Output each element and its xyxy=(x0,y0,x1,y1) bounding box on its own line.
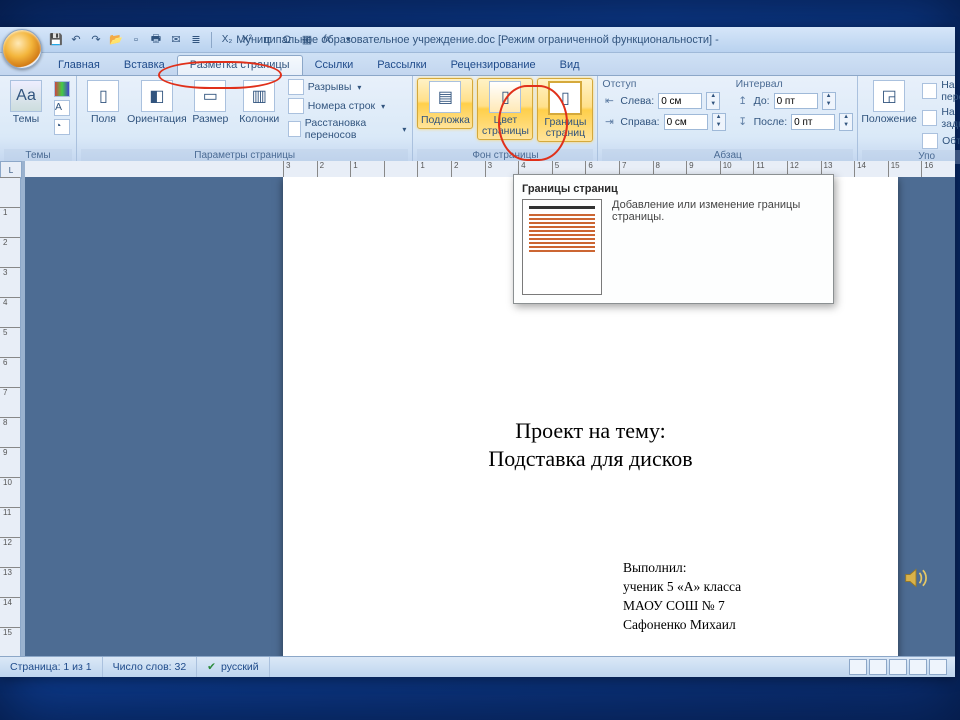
tab-insert[interactable]: Вставка xyxy=(112,56,177,75)
view-reading-button[interactable] xyxy=(869,659,887,675)
quickprint-icon[interactable]: 🖶 xyxy=(148,32,164,48)
open-icon[interactable]: 📂 xyxy=(108,32,124,48)
spacing-before-input[interactable] xyxy=(774,93,818,109)
send-back-icon xyxy=(922,110,937,126)
titlebar: 💾 ↶ ↷ 📂 ▫ 🖶 ✉ ≣ X₂ X² π Ω ▦ fx Муниципал… xyxy=(0,27,955,53)
tooltip-desc: Добавление или изменение границы страниц… xyxy=(612,199,825,223)
margins-button[interactable]: ▯Поля xyxy=(81,78,126,127)
orientation-button[interactable]: ◧Ориентация xyxy=(130,78,184,127)
tab-mailings[interactable]: Рассылки xyxy=(365,56,438,75)
page-borders-button[interactable]: ▯Границы страниц xyxy=(537,78,593,142)
columns-icon: ▥ xyxy=(243,80,275,112)
new-icon[interactable]: ▫ xyxy=(128,32,144,48)
ribbon: Аа Темы A ◔ Темы ▯Поля ◧Ориентация ▭Разм… xyxy=(0,75,955,164)
hyphenation-button[interactable]: Расстановка переносов xyxy=(286,116,409,142)
indent-right-spinner[interactable]: ▲▼ xyxy=(712,113,726,131)
mail-icon[interactable]: ✉ xyxy=(168,32,184,48)
spacing-after-spinner[interactable]: ▲▼ xyxy=(839,113,853,131)
status-bar: Страница: 1 из 1 Число слов: 32 ✔ русски… xyxy=(0,656,955,677)
breaks-button[interactable]: Разрывы xyxy=(286,78,409,96)
bullets-icon[interactable]: ≣ xyxy=(188,32,204,48)
tooltip-thumbnail xyxy=(522,199,602,295)
redo-icon[interactable]: ↷ xyxy=(88,32,104,48)
qat-sep xyxy=(211,32,212,48)
margins-icon: ▯ xyxy=(87,80,119,112)
linenum-icon xyxy=(288,98,304,114)
view-web-button[interactable] xyxy=(889,659,907,675)
size-button[interactable]: ▭Размер xyxy=(188,78,233,127)
spacing-after-input[interactable] xyxy=(791,114,835,130)
position-button[interactable]: ◲Положение xyxy=(862,78,916,127)
group-arrange: ◲Положение На передн На задний Обтекани … xyxy=(858,76,960,163)
save-icon[interactable]: 💾 xyxy=(48,32,64,48)
group-page-setup: ▯Поля ◧Ориентация ▭Размер ▥Колонки Разры… xyxy=(77,76,413,163)
theme-effects-icon[interactable]: ◔ xyxy=(52,118,72,136)
view-print-layout-button[interactable] xyxy=(849,659,867,675)
send-back-button[interactable]: На задний xyxy=(920,105,960,131)
bring-front-button[interactable]: На передн xyxy=(920,78,960,104)
line-numbers-button[interactable]: Номера строк xyxy=(286,97,409,115)
spacing-before-field[interactable]: ↥ До: ▲▼ xyxy=(736,92,854,110)
watermark-icon: ▤ xyxy=(429,81,461,113)
watermark-button[interactable]: ▤Подложка xyxy=(417,78,473,129)
tab-references[interactable]: Ссылки xyxy=(303,56,366,75)
orientation-icon: ◧ xyxy=(141,80,173,112)
spacing-after-icon: ↧ xyxy=(736,116,750,128)
page-color-icon: ▯ xyxy=(489,81,521,113)
ribbon-tabs: Главная Вставка Разметка страницы Ссылки… xyxy=(0,53,955,75)
indent-right-field[interactable]: ⇥ Справа: ▲▼ xyxy=(602,113,725,131)
columns-button[interactable]: ▥Колонки xyxy=(237,78,282,127)
indent-header: Отступ xyxy=(602,78,725,90)
doc-project-title: Проект на тему:Подставка для дисков xyxy=(343,417,838,473)
view-outline-button[interactable] xyxy=(909,659,927,675)
tab-review[interactable]: Рецензирование xyxy=(439,56,548,75)
theme-colors-icon[interactable] xyxy=(52,80,72,98)
position-icon: ◲ xyxy=(873,80,905,112)
page-color-button[interactable]: ▯Цвет страницы xyxy=(477,78,533,140)
status-language[interactable]: ✔ русский xyxy=(197,657,270,677)
status-wordcount[interactable]: Число слов: 32 xyxy=(103,657,198,677)
tab-home[interactable]: Главная xyxy=(46,56,112,75)
indent-left-field[interactable]: ⇤ Слева: ▲▼ xyxy=(602,92,725,110)
group-page-background: ▤Подложка ▯Цвет страницы ▯Границы страни… xyxy=(413,76,598,163)
indent-right-icon: ⇥ xyxy=(602,116,616,128)
theme-fonts-icon[interactable]: A xyxy=(52,99,72,117)
spacing-after-field[interactable]: ↧ После: ▲▼ xyxy=(736,113,854,131)
tooltip-page-borders: Границы страниц Добавление или изменение… xyxy=(513,174,834,304)
spacing-before-spinner[interactable]: ▲▼ xyxy=(822,92,836,110)
page-borders-icon: ▯ xyxy=(548,81,582,115)
tooltip-title: Границы страниц xyxy=(522,183,825,195)
subscript-icon[interactable]: X₂ xyxy=(219,32,235,48)
text-wrap-button[interactable]: Обтекани xyxy=(920,132,960,150)
size-icon: ▭ xyxy=(194,80,226,112)
hyphen-icon xyxy=(288,121,301,137)
tab-page-layout[interactable]: Разметка страницы xyxy=(177,55,303,75)
word-window: 💾 ↶ ↷ 📂 ▫ 🖶 ✉ ≣ X₂ X² π Ω ▦ fx Муниципал… xyxy=(0,27,955,677)
proofing-icon: ✔ xyxy=(207,661,216,673)
themes-icon: Аа xyxy=(10,80,42,112)
speaker-icon xyxy=(902,566,930,590)
indent-left-spinner[interactable]: ▲▼ xyxy=(706,92,720,110)
group-paragraph: Отступ ⇤ Слева: ▲▼ ⇥ Справа: ▲▼ xyxy=(598,76,858,163)
indent-left-icon: ⇤ xyxy=(602,95,616,107)
indent-left-input[interactable] xyxy=(658,93,702,109)
doc-author-block: Выполнил: ученик 5 «А» класса МАОУ СОШ №… xyxy=(623,558,838,634)
view-draft-button[interactable] xyxy=(929,659,947,675)
undo-icon[interactable]: ↶ xyxy=(68,32,84,48)
vertical-ruler[interactable]: 123456789101112131415 xyxy=(0,177,21,657)
tab-view[interactable]: Вид xyxy=(548,56,592,75)
group-themes: Аа Темы A ◔ Темы xyxy=(0,76,77,163)
themes-button[interactable]: Аа Темы xyxy=(4,78,48,127)
spacing-before-icon: ↥ xyxy=(736,95,750,107)
bring-front-icon xyxy=(922,83,937,99)
indent-right-input[interactable] xyxy=(664,114,708,130)
spacing-header: Интервал xyxy=(736,78,854,90)
text-wrap-icon xyxy=(922,133,938,149)
office-button[interactable] xyxy=(2,29,42,69)
breaks-icon xyxy=(288,79,304,95)
status-page[interactable]: Страница: 1 из 1 xyxy=(0,657,103,677)
window-title: Муниципальное образовательное учреждение… xyxy=(236,34,719,46)
